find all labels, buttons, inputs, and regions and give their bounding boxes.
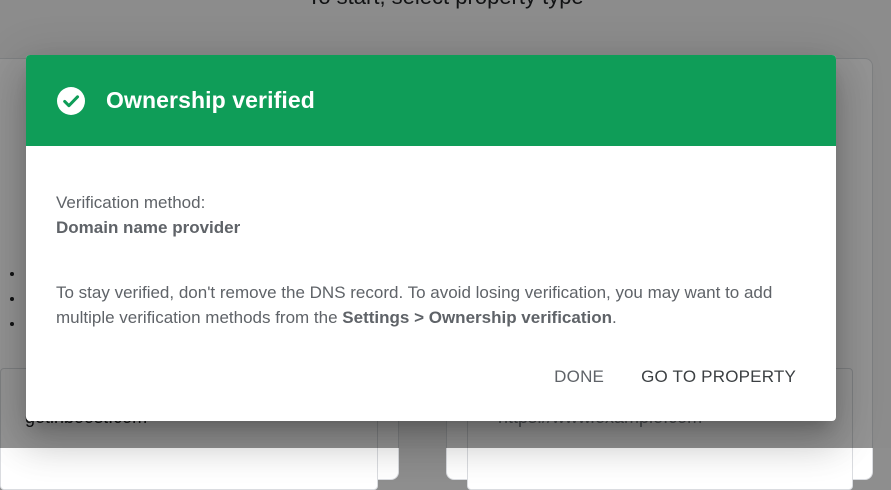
verification-method-label: Verification method:	[56, 193, 206, 212]
dialog-title: Ownership verified	[106, 87, 315, 113]
dialog-actions: DONE GO TO PROPERTY	[538, 361, 812, 393]
settings-path: Settings > Ownership verification	[342, 308, 612, 327]
done-button[interactable]: DONE	[538, 361, 620, 393]
check-circle-icon	[57, 86, 85, 115]
verification-method-value: Domain name provider	[56, 218, 241, 237]
go-to-property-button[interactable]: GO TO PROPERTY	[625, 361, 812, 393]
verification-note: To stay verified, don't remove the DNS r…	[56, 280, 806, 330]
dialog-body: Verification method: Domain name provide…	[26, 146, 836, 330]
ownership-verified-dialog: Ownership verified Verification method: …	[26, 55, 836, 421]
dialog-header: Ownership verified	[26, 55, 836, 146]
note-end: .	[612, 308, 617, 327]
